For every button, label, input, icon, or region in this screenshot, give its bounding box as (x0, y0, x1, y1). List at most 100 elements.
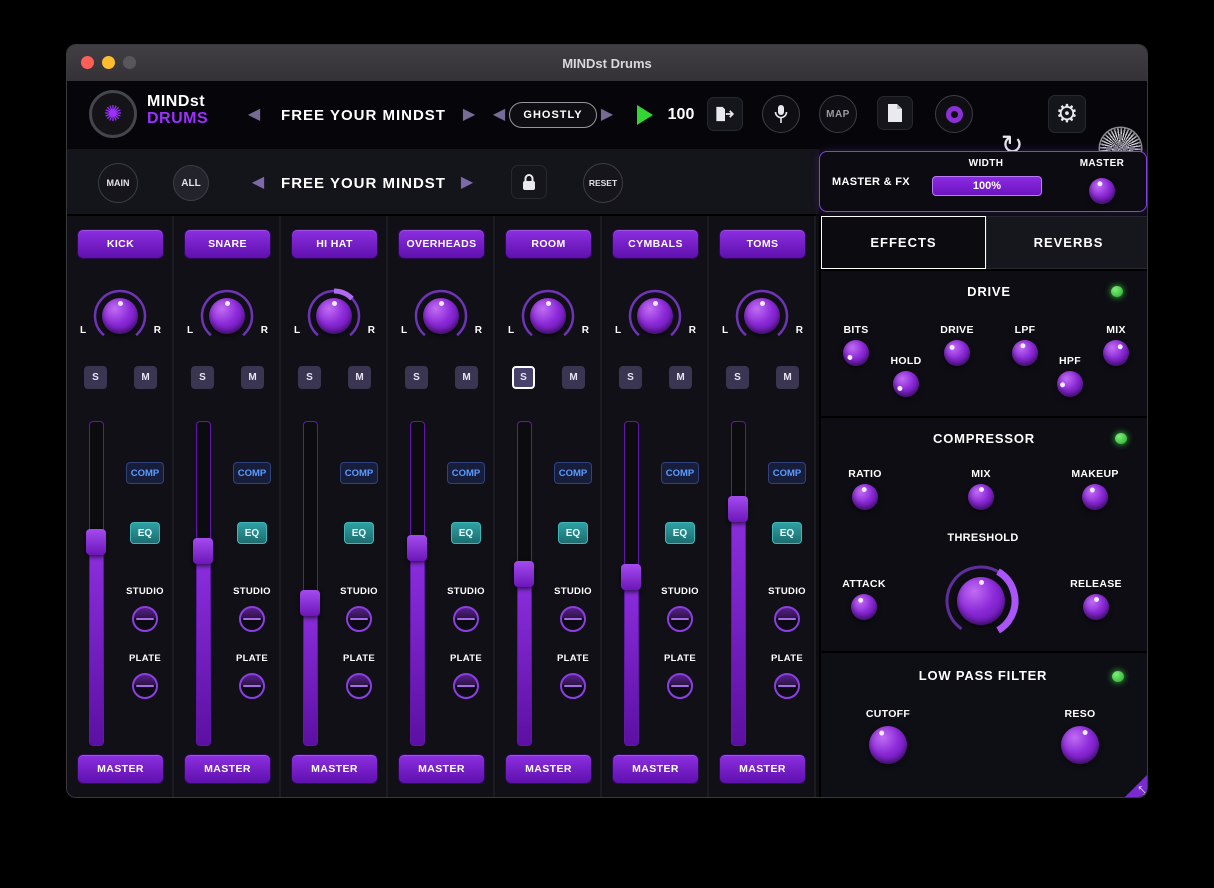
preset-prev-arrow[interactable]: ◀ (244, 104, 264, 124)
plate-send-knob[interactable] (132, 673, 158, 699)
lpf-cutoff-knob[interactable]: CUTOFF (850, 708, 926, 764)
plate-send-knob[interactable] (239, 673, 265, 699)
plate-send-knob[interactable] (453, 673, 479, 699)
channel-name-button[interactable]: TOMS (719, 229, 806, 259)
tab-reverbs[interactable]: REVERBS (986, 216, 1148, 269)
mute-button[interactable]: M (562, 366, 585, 389)
channel-name-button[interactable]: OVERHEADS (398, 229, 485, 259)
studio-send-knob[interactable] (560, 606, 586, 632)
tab-effects[interactable]: EFFECTS (821, 216, 986, 269)
eq-button[interactable]: EQ (665, 522, 695, 544)
lpf-reso-knob[interactable]: RESO (1042, 708, 1118, 764)
channel-name-button[interactable]: ROOM (505, 229, 592, 259)
style-next-arrow[interactable]: ▶ (597, 104, 617, 124)
studio-send-knob[interactable] (239, 606, 265, 632)
eq-button[interactable]: EQ (772, 522, 802, 544)
volume-fader[interactable] (303, 421, 318, 746)
kit-prev-arrow[interactable]: ◀ (248, 172, 268, 192)
channel-master-button[interactable]: MASTER (398, 754, 485, 784)
fader-handle[interactable] (193, 538, 213, 564)
comp-button[interactable]: COMP (447, 462, 485, 484)
channel-master-button[interactable]: MASTER (505, 754, 592, 784)
comp-attack-knob[interactable]: ATTACK (836, 578, 892, 620)
comp-release-knob[interactable]: RELEASE (1068, 578, 1124, 620)
drive-mix-knob[interactable]: MIX (1088, 324, 1144, 366)
solo-button[interactable]: S (191, 366, 214, 389)
drive-bits-knob[interactable]: BITS (828, 324, 884, 366)
map-button[interactable]: MAP (819, 95, 857, 133)
drive-power-led[interactable] (1111, 286, 1123, 297)
compressor-power-led[interactable] (1115, 433, 1127, 444)
studio-send-knob[interactable] (453, 606, 479, 632)
pan-knob[interactable] (316, 298, 352, 334)
eq-button[interactable]: EQ (130, 522, 160, 544)
width-slider[interactable]: 100% (932, 176, 1042, 196)
document-button[interactable] (877, 96, 913, 130)
pan-knob[interactable] (744, 298, 780, 334)
record-button[interactable] (935, 95, 973, 133)
comp-button[interactable]: COMP (661, 462, 699, 484)
plate-send-knob[interactable] (774, 673, 800, 699)
channel-master-button[interactable]: MASTER (719, 754, 806, 784)
threshold-knob[interactable] (957, 577, 1005, 625)
solo-button[interactable]: S (298, 366, 321, 389)
mute-button[interactable]: M (776, 366, 799, 389)
settings-button[interactable]: ⚙ (1048, 95, 1086, 133)
reset-button[interactable]: RESET (583, 163, 623, 203)
studio-send-knob[interactable] (132, 606, 158, 632)
volume-fader[interactable] (410, 421, 425, 746)
solo-button[interactable]: S (84, 366, 107, 389)
plate-send-knob[interactable] (346, 673, 372, 699)
volume-fader[interactable] (196, 421, 211, 746)
comp-button[interactable]: COMP (233, 462, 271, 484)
eq-button[interactable]: EQ (558, 522, 588, 544)
zoom-window-button[interactable] (123, 56, 136, 69)
pan-knob[interactable] (209, 298, 245, 334)
fader-handle[interactable] (86, 529, 106, 555)
main-button[interactable]: MAIN (98, 163, 138, 203)
comp-button[interactable]: COMP (340, 462, 378, 484)
solo-button[interactable]: S (726, 366, 749, 389)
bpm-value[interactable]: 100 (663, 106, 699, 124)
channel-name-button[interactable]: HI HAT (291, 229, 378, 259)
fader-handle[interactable] (514, 561, 534, 587)
studio-send-knob[interactable] (774, 606, 800, 632)
mute-button[interactable]: M (134, 366, 157, 389)
comp-ratio-knob[interactable]: RATIO (837, 468, 893, 510)
fader-handle[interactable] (621, 564, 641, 590)
fader-handle[interactable] (300, 590, 320, 616)
mute-button[interactable]: M (241, 366, 264, 389)
mute-button[interactable]: M (455, 366, 478, 389)
channel-master-button[interactable]: MASTER (612, 754, 699, 784)
minimize-window-button[interactable] (102, 56, 115, 69)
volume-fader[interactable] (517, 421, 532, 746)
plate-send-knob[interactable] (667, 673, 693, 699)
style-prev-arrow[interactable]: ◀ (489, 104, 509, 124)
pan-knob[interactable] (637, 298, 673, 334)
channel-master-button[interactable]: MASTER (291, 754, 378, 784)
volume-fader[interactable] (624, 421, 639, 746)
volume-fader[interactable] (89, 421, 104, 746)
eq-button[interactable]: EQ (237, 522, 267, 544)
export-midi-button[interactable] (707, 97, 743, 131)
drive-hold-knob[interactable]: HOLD (878, 355, 934, 397)
channel-name-button[interactable]: KICK (77, 229, 164, 259)
fader-handle[interactable] (728, 496, 748, 522)
solo-button[interactable]: S (512, 366, 535, 389)
comp-button[interactable]: COMP (554, 462, 592, 484)
mute-button[interactable]: M (669, 366, 692, 389)
close-window-button[interactable] (81, 56, 94, 69)
comp-button[interactable]: COMP (126, 462, 164, 484)
master-volume-knob[interactable] (1089, 178, 1115, 204)
mic-button[interactable] (762, 95, 800, 133)
kit-next-arrow[interactable]: ▶ (457, 172, 477, 192)
all-button[interactable]: ALL (173, 165, 209, 201)
pan-knob[interactable] (102, 298, 138, 334)
volume-fader[interactable] (731, 421, 746, 746)
style-selector[interactable]: GHOSTLY (509, 102, 597, 128)
comp-makeup-knob[interactable]: MAKEUP (1067, 468, 1123, 510)
play-button[interactable] (637, 105, 653, 125)
preset-next-arrow[interactable]: ▶ (459, 104, 479, 124)
studio-send-knob[interactable] (346, 606, 372, 632)
pan-knob[interactable] (423, 298, 459, 334)
